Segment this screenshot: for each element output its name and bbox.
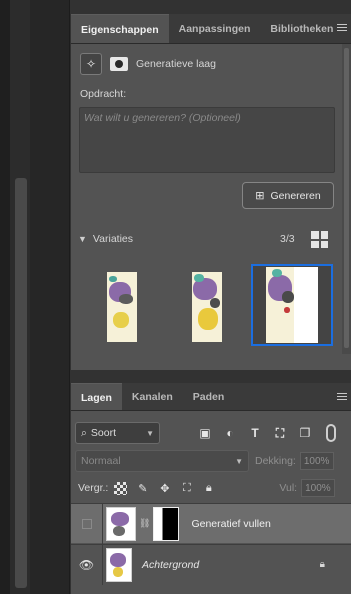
lock-icon: 🔒︎ — [319, 559, 325, 570]
properties-scrollbar-thumb[interactable] — [344, 48, 349, 348]
layer-filter-value: Soort — [90, 427, 116, 439]
layer-name[interactable]: Achtergrond — [142, 559, 199, 571]
smart-object-filter-icon[interactable]: ❐ — [298, 426, 312, 440]
layer-name[interactable]: Generatief vullen — [191, 518, 270, 530]
tab-kanalen[interactable]: Kanalen — [122, 383, 183, 410]
generate-button-label: Genereren — [270, 189, 321, 202]
lock-move-icon[interactable]: ✥ — [158, 482, 171, 495]
variation-thumbnail-2[interactable] — [166, 266, 248, 348]
layer-type-label: Generatieve laag — [136, 58, 216, 70]
tab-bibliotheken[interactable]: Bibliotheken — [260, 14, 343, 43]
layer-thumbnail — [106, 547, 132, 582]
layer-thumbnail — [106, 506, 136, 541]
blend-mode-select[interactable]: Normaal ▼ — [75, 450, 249, 472]
adjustment-filter-icon[interactable]: ◐ — [223, 426, 237, 440]
generate-button[interactable]: ⊞ Genereren — [242, 182, 334, 209]
layer-visibility-toggle[interactable]: 👁︎ — [71, 544, 103, 585]
tab-lagen[interactable]: Lagen — [71, 383, 122, 410]
layers-tabs: Lagen Kanalen Paden — [71, 383, 351, 411]
opacity-label: Dekking: — [255, 455, 296, 467]
variations-count: 3/3 — [280, 233, 295, 245]
lock-label: Vergr.: — [78, 482, 109, 494]
generate-icon: ⊞ — [255, 190, 265, 202]
panel-menu-icon[interactable] — [337, 393, 347, 403]
layer-visibility-toggle[interactable] — [71, 503, 103, 544]
chevron-down-icon[interactable]: ▼ — [78, 234, 87, 244]
fill-label: Vul: — [279, 482, 298, 494]
prompt-input[interactable]: Wat wilt u genereren? (Optioneel) — [79, 107, 335, 173]
link-icon[interactable]: ⛓ — [139, 518, 150, 529]
variation-thumbnail-3[interactable] — [251, 264, 333, 346]
star-wand-icon: ✧ — [80, 53, 102, 75]
layer-row-achtergrond[interactable]: 👁︎ Achtergrond 🔒︎ — [71, 544, 351, 585]
layer-row-generatief-vullen[interactable]: ⛓ Generatief vullen — [71, 503, 351, 544]
mask-icon — [110, 57, 128, 71]
eye-icon[interactable]: 👁︎ — [79, 558, 94, 572]
lock-transparency-icon[interactable] — [114, 481, 128, 495]
lock-brush-icon[interactable]: ✎ — [136, 482, 149, 495]
type-filter-icon[interactable]: T — [248, 426, 262, 440]
tab-paden[interactable]: Paden — [183, 383, 235, 410]
lock-row: Vergr.: ✎ ✥ ⛶ 🔒︎ Vul: 100% — [78, 478, 351, 498]
lock-all-icon[interactable]: 🔒︎ — [202, 482, 215, 495]
chevron-down-icon: ▼ — [235, 456, 243, 466]
shape-filter-icon[interactable]: ⛶ — [273, 426, 287, 440]
canvas-pasteboard — [30, 0, 70, 594]
opacity-input[interactable]: 100% — [299, 452, 334, 470]
lock-artboard-icon[interactable]: ⛶ — [180, 482, 193, 495]
search-icon: ⌕ — [81, 426, 87, 439]
properties-header: ✧ Generatieve laag — [80, 52, 216, 76]
blend-row: Normaal ▼ Dekking: 100% — [75, 450, 351, 472]
tab-eigenschappen[interactable]: Eigenschappen — [71, 14, 169, 43]
panel-menu-icon[interactable] — [337, 24, 347, 34]
chevron-down-icon: ▼ — [146, 428, 154, 438]
variation-image-3 — [266, 267, 318, 343]
variation-image-1 — [107, 272, 137, 342]
image-filter-icon[interactable]: ▣ — [198, 426, 212, 440]
variation-image-2 — [192, 272, 222, 342]
canvas-scrollbar-thumb[interactable] — [15, 178, 27, 588]
filter-toggle[interactable] — [326, 424, 336, 442]
layer-filter-select[interactable]: ⌕ Soort ▼ — [75, 422, 160, 444]
grid-view-icon[interactable] — [311, 231, 328, 248]
variations-header[interactable]: ▼ Variaties 3/3 — [78, 229, 332, 249]
panel-divider — [71, 0, 351, 14]
panel-separator — [71, 370, 351, 383]
layer-filter-row: ⌕ Soort ▼ ▣ ◐ T ⛶ ❐ — [75, 421, 351, 445]
variation-thumbnail-1[interactable] — [81, 266, 163, 348]
tab-aanpassingen[interactable]: Aanpassingen — [169, 14, 261, 43]
variations-label: Variaties — [92, 233, 133, 245]
blend-mode-value: Normaal — [81, 455, 121, 467]
layer-mask-thumbnail[interactable] — [153, 506, 180, 541]
prompt-label: Opdracht: — [80, 88, 127, 100]
fill-input[interactable]: 100% — [301, 479, 336, 497]
canvas-edge-strip — [0, 0, 10, 594]
properties-tabs: Eigenschappen Aanpassingen Bibliotheken — [71, 14, 351, 44]
